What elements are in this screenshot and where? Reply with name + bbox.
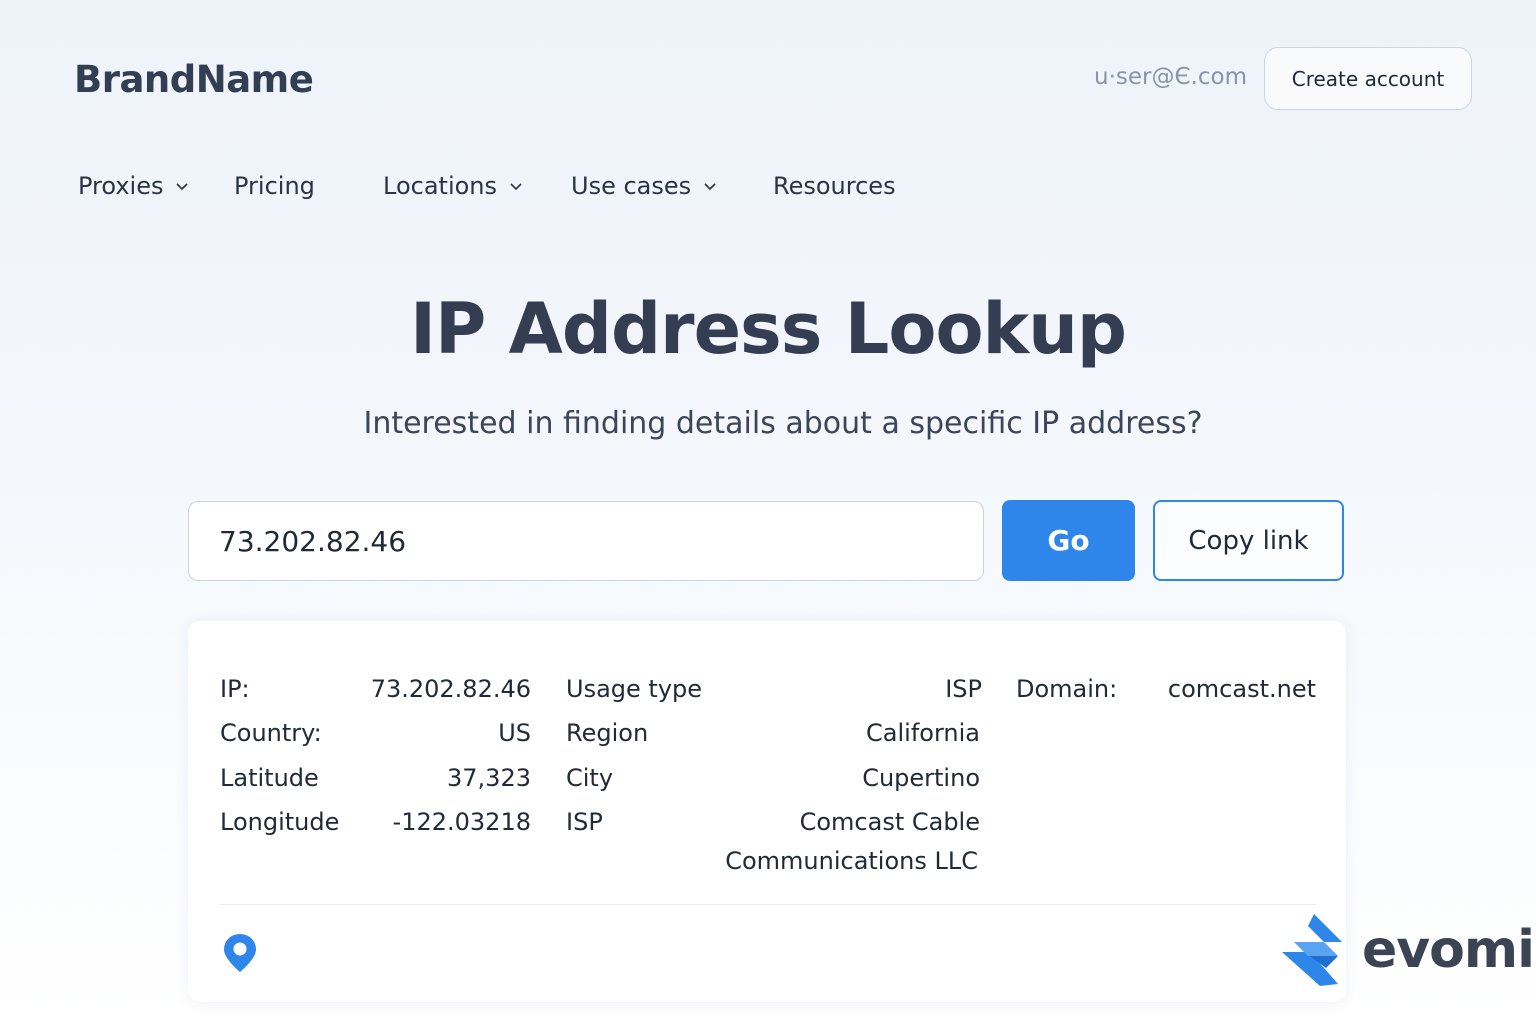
city-value: Cupertino	[862, 764, 980, 792]
usage-type-value: ISP	[945, 675, 982, 703]
nav-item-label: Pricing	[234, 172, 315, 200]
copy-link-button[interactable]: Copy link	[1153, 500, 1344, 581]
ip-value: 73.202.82.46	[370, 675, 531, 703]
page-title: IP Address Lookup	[409, 288, 1127, 370]
longitude-label: Longitude	[220, 808, 340, 836]
nav-item-label: Locations	[383, 172, 498, 200]
evomi-logo-text: evomi	[1362, 920, 1535, 980]
latitude-label: Latitude	[220, 764, 319, 792]
country-value: US	[498, 719, 531, 747]
chevron-down-icon	[507, 177, 525, 195]
city-label: City	[566, 764, 614, 792]
ip-label: IP:	[220, 675, 250, 703]
domain-label: Domain:	[1016, 675, 1118, 703]
ip-search-input[interactable]	[188, 501, 984, 581]
nav-item-label: Resources	[773, 172, 896, 200]
go-button[interactable]: Go	[1002, 500, 1135, 581]
nav-item-label: Use cases	[571, 172, 692, 200]
page-subtitle: Interested in finding details about a sp…	[363, 406, 1203, 441]
nav-item-locations[interactable]: Locations	[383, 172, 525, 200]
nav-item-use-cases[interactable]: Use cases	[571, 172, 719, 200]
card-divider	[220, 904, 1316, 905]
brand-logo[interactable]: BrandName	[74, 58, 314, 101]
country-label: Country:	[220, 719, 322, 747]
isp-label: ISP	[566, 808, 603, 836]
nav-item-pricing[interactable]: Pricing	[234, 172, 315, 200]
map-pin-icon	[224, 934, 256, 972]
latitude-value: 37,323	[447, 764, 531, 792]
nav-item-proxies[interactable]: Proxies	[78, 172, 191, 200]
nav-item-label: Proxies	[78, 172, 164, 200]
chevron-down-icon	[173, 177, 191, 195]
longitude-value: -122.03218	[392, 808, 531, 836]
nav-item-resources[interactable]: Resources	[773, 172, 896, 200]
region-label: Region	[566, 719, 649, 747]
domain-value: comcast.net	[1167, 675, 1316, 703]
results-card: IP: 73.202.82.46 Country: US Latitude 37…	[188, 621, 1346, 1002]
isp-value-line1: Comcast Cable	[799, 808, 980, 836]
user-email: u·ser@Є.com	[1094, 64, 1247, 90]
region-value: California	[866, 719, 980, 747]
chevron-down-icon	[701, 177, 719, 195]
usage-type-label: Usage type	[566, 675, 703, 703]
isp-value-line2: Communications LLC	[725, 847, 978, 875]
create-account-button[interactable]: Create account	[1264, 47, 1472, 110]
